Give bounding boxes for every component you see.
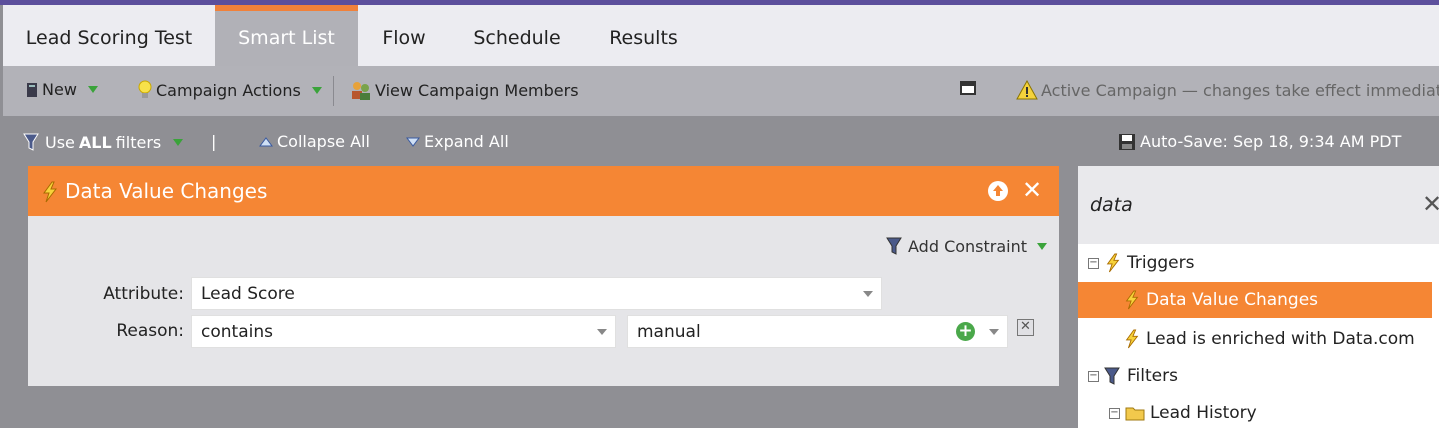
people-icon	[352, 82, 370, 100]
filter-bar: Use ALL filters | Collapse All Expand Al…	[3, 116, 1439, 166]
lead-history-label: Lead History	[1150, 403, 1257, 423]
attribute-select[interactable]: Lead Score	[191, 277, 882, 310]
tree-item-label: Lead is enriched with Data.com	[1146, 329, 1415, 349]
new-button[interactable]: New	[25, 80, 98, 99]
collapse-all-label: Collapse All	[277, 132, 370, 151]
chevron-down-icon	[863, 291, 873, 297]
view-campaign-members-button[interactable]: View Campaign Members	[350, 80, 579, 100]
tree-item-label: Data Value Changes	[1146, 290, 1319, 310]
tree-node-triggers[interactable]: − Triggers	[1088, 250, 1195, 276]
move-up-button[interactable]	[988, 181, 1008, 201]
filters-label: Filters	[1127, 366, 1178, 386]
search-input[interactable]: data	[1090, 194, 1133, 216]
tree-item-lead-enriched[interactable]: Lead is enriched with Data.com	[1123, 326, 1415, 352]
add-constraint-button[interactable]: Add Constraint	[886, 236, 1048, 256]
chevron-down-icon	[87, 86, 98, 93]
attribute-value: Lead Score	[201, 284, 295, 304]
auto-save-label: Auto-Save: Sep 18, 9:34 AM PDT	[1140, 132, 1402, 151]
expand-all-button[interactable]: Expand All	[406, 132, 509, 151]
close-icon[interactable]: ✕	[1022, 176, 1042, 204]
arrow-up-icon	[993, 185, 1003, 196]
warning-text: Active Campaign — changes take effect im…	[1041, 80, 1439, 100]
add-value-plus-icon[interactable]: +	[956, 322, 975, 341]
collapse-node-icon[interactable]: −	[1088, 257, 1099, 269]
reason-value-text: manual	[637, 322, 701, 342]
clear-search-icon[interactable]: ✕	[1422, 190, 1439, 218]
trigger-card-header: Data Value Changes ✕	[28, 166, 1059, 216]
filter-funnel-icon	[23, 133, 39, 151]
active-campaign-warning: Active Campaign — changes take effect im…	[1016, 80, 1439, 100]
reason-operator-value: contains	[201, 322, 273, 342]
tab-flow[interactable]: Flow	[358, 5, 450, 66]
trigger-lightning-icon	[1125, 329, 1139, 349]
tab-bar: Lead Scoring Test Smart List Flow Schedu…	[3, 5, 1439, 66]
chevron-down-icon	[1037, 242, 1048, 250]
use-label: Use	[45, 132, 75, 152]
triggers-label: Triggers	[1127, 253, 1195, 273]
expand-all-label: Expand All	[424, 132, 509, 151]
panel-search[interactable]: data ✕	[1078, 166, 1439, 244]
chevron-down-icon	[173, 138, 184, 146]
chevron-down-icon	[989, 329, 999, 335]
warning-icon	[1016, 80, 1038, 100]
use-all-filters-button[interactable]: Use ALL filters	[23, 132, 184, 152]
trigger-filter-panel: data ✕ − Triggers Data Value Changes Lea…	[1078, 166, 1439, 428]
collapse-all-button[interactable]: Collapse All	[259, 132, 370, 151]
toolbar: New Campaign Actions View Campaign Membe…	[3, 66, 1439, 116]
window-icon	[960, 81, 976, 95]
trigger-lightning-icon	[43, 181, 58, 203]
chevron-down-icon	[311, 86, 322, 94]
trigger-card-title: Data Value Changes	[65, 179, 268, 203]
tab-lead-scoring-test[interactable]: Lead Scoring Test	[3, 5, 215, 66]
trigger-lightning-icon	[1106, 253, 1120, 273]
chevron-down-icon	[597, 329, 607, 335]
new-document-icon	[27, 82, 37, 97]
reason-operator-select[interactable]: contains	[191, 315, 616, 348]
filter-funnel-icon	[886, 237, 902, 255]
collapse-node-icon[interactable]: −	[1109, 407, 1120, 419]
tree-list: − Triggers Data Value Changes Lead is en…	[1078, 244, 1439, 428]
campaign-actions-button[interactable]: Campaign Actions	[137, 80, 322, 100]
filter-bar-divider: |	[211, 132, 217, 151]
tree-node-filters[interactable]: − Filters	[1088, 363, 1178, 389]
trigger-lightning-icon	[1125, 290, 1139, 310]
tab-schedule[interactable]: Schedule	[450, 5, 584, 66]
folder-icon	[1125, 407, 1145, 421]
remove-constraint-button[interactable]: ✕	[1017, 319, 1034, 336]
tab-results[interactable]: Results	[584, 5, 703, 66]
view-campaign-members-label: View Campaign Members	[375, 80, 579, 100]
window-toggle-button[interactable]	[960, 80, 976, 96]
tab-smart-list[interactable]: Smart List	[215, 5, 358, 66]
save-disk-icon	[1119, 133, 1135, 150]
use-all-bold: ALL	[78, 132, 112, 152]
trigger-card: Data Value Changes ✕ Add Constraint Attr…	[28, 166, 1059, 386]
toolbar-divider	[333, 76, 334, 106]
collapse-node-icon[interactable]: −	[1088, 370, 1099, 382]
collapse-triangle-icon	[259, 136, 273, 146]
new-button-label: New	[42, 80, 77, 99]
filters-label: filters	[115, 132, 162, 152]
add-constraint-label: Add Constraint	[908, 236, 1028, 256]
campaign-actions-label: Campaign Actions	[156, 80, 301, 100]
tree-node-lead-history[interactable]: − Lead History	[1109, 400, 1257, 426]
attribute-label: Attribute:	[103, 284, 184, 304]
tree-item-data-value-changes[interactable]: Data Value Changes	[1078, 282, 1432, 318]
reason-label: Reason:	[116, 321, 184, 341]
reason-value-input[interactable]: manual +	[627, 315, 1008, 348]
auto-save-status: Auto-Save: Sep 18, 9:34 AM PDT	[1118, 132, 1401, 151]
expand-triangle-icon	[406, 137, 420, 147]
filter-funnel-icon	[1104, 367, 1120, 385]
lightbulb-icon	[138, 80, 152, 98]
